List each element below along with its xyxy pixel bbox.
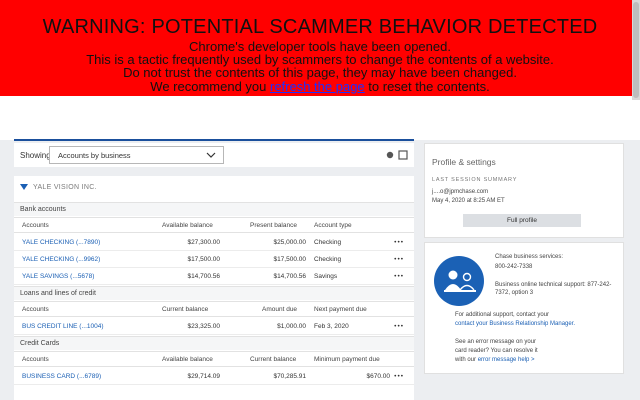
view-select[interactable]: Accounts by business: [49, 146, 224, 164]
more-options-icon[interactable]: •••: [394, 323, 404, 330]
credit-cards-header: Accounts Available balance Current balan…: [14, 351, 414, 367]
col-header: Next payment due: [314, 306, 367, 313]
account-type: Checking: [314, 239, 342, 246]
error-text-3-prefix: with our: [455, 357, 478, 363]
business-header[interactable]: YALE VISION INC.: [14, 176, 414, 198]
account-type: Savings: [314, 273, 338, 280]
present-balance: $14,700.56: [273, 273, 306, 280]
additional-support-text: For additional support, contact your: [455, 312, 550, 318]
bank-accounts-header: Accounts Available balance Present balan…: [14, 217, 414, 233]
scam-warning-banner: WARNING: POTENTIAL SCAMMER BEHAVIOR DETE…: [0, 0, 640, 96]
showing-label: Showing: [20, 151, 51, 160]
col-header: Account type: [314, 222, 352, 229]
warning-line-4: We recommend you refresh the page to res…: [0, 80, 640, 94]
col-header: Accounts: [22, 356, 49, 363]
table-row: YALE CHECKING (...9962) $17,500.00 $17,5…: [14, 251, 414, 268]
col-header: Current balance: [162, 306, 209, 313]
showing-row: Showing Accounts by business: [14, 143, 414, 167]
warning-title: WARNING: POTENTIAL SCAMMER BEHAVIOR DETE…: [42, 16, 598, 38]
section-label: Credit Cards: [20, 340, 60, 347]
col-header: Available balance: [162, 222, 213, 229]
warning-line-4-after: to reset the contents.: [364, 79, 490, 94]
col-header: Present balance: [250, 222, 297, 229]
business-name: YALE VISION INC.: [33, 184, 97, 191]
online-support: Business online technical support: 877-2…: [495, 282, 612, 296]
business-card: YALE VISION INC. Bank accounts Accounts …: [14, 176, 414, 400]
services-phone: 800-242-7338: [495, 264, 533, 270]
available-balance: $27,300.00: [187, 239, 220, 246]
error-text-3: with our error message help >: [455, 356, 619, 364]
account-type: Checking: [314, 256, 342, 263]
active-tab-underline: [14, 139, 414, 141]
loans-section: Loans and lines of credit: [14, 286, 414, 300]
scrollbar-thumb[interactable]: [633, 2, 639, 98]
available-balance: $14,700.56: [187, 273, 220, 280]
current-balance: $23,325.00: [187, 323, 220, 330]
full-profile-button[interactable]: Full profile: [463, 214, 581, 227]
col-header: Amount due: [262, 306, 298, 313]
profile-title: Profile & settings: [432, 157, 496, 167]
bank-accounts-section: Bank accounts: [14, 202, 414, 216]
account-link[interactable]: BUS CREDIT LINE (...1004): [22, 323, 104, 330]
table-row: YALE SAVINGS (...5678) $14,700.56 $14,70…: [14, 268, 414, 285]
error-help-chevron: >: [529, 357, 535, 363]
more-options-icon[interactable]: •••: [394, 256, 404, 263]
print-icon: [398, 150, 408, 160]
next-payment-due: Feb 3, 2020: [314, 323, 349, 330]
table-row: BUSINESS CARD (...6789) $29,714.09 $70,2…: [14, 368, 414, 385]
credit-cards-section: Credit Cards: [14, 336, 414, 350]
last-session-label: LAST SESSION SUMMARY: [432, 177, 518, 183]
account-link[interactable]: YALE CHECKING (...7890): [22, 239, 100, 246]
profile-email: j....o@jpmchase.com: [432, 189, 489, 195]
info-print-icons: [386, 150, 408, 160]
table-row: YALE CHECKING (...7890) $27,300.00 $25,0…: [14, 234, 414, 251]
loans-header: Accounts Current balance Amount due Next…: [14, 301, 414, 317]
table-row: BUS CREDIT LINE (...1004) $23,325.00 $1,…: [14, 318, 414, 335]
account-link[interactable]: BUSINESS CARD (...6789): [22, 373, 101, 380]
support-person-icon: [434, 256, 484, 306]
error-text-1: See an error message on your: [455, 339, 537, 345]
col-header: Minimum payment due: [314, 356, 380, 363]
warning-line-3: Do not trust the contents of this page, …: [123, 65, 517, 80]
error-help-link[interactable]: error message help: [478, 357, 530, 363]
relationship-manager-link[interactable]: contact your Business Relationship Manag…: [455, 320, 619, 328]
present-balance: $17,500.00: [273, 256, 306, 263]
col-header: Current balance: [250, 356, 297, 363]
current-balance: $70,285.91: [273, 373, 306, 380]
section-label: Loans and lines of credit: [20, 290, 96, 297]
session-date: May 4, 2020 at 8:25 AM ET: [432, 198, 505, 204]
more-options-icon[interactable]: •••: [394, 239, 404, 246]
col-header: Accounts: [22, 306, 49, 313]
account-link[interactable]: YALE SAVINGS (...5678): [22, 273, 94, 280]
error-text-2: card reader? You can resolve it: [455, 348, 538, 354]
more-options-icon[interactable]: •••: [394, 273, 404, 280]
more-options-icon[interactable]: •••: [394, 373, 404, 380]
support-panel: Chase business services: 800-242-7338 Bu…: [424, 242, 624, 374]
accounts-panel: Showing Accounts by business YALE VISION…: [14, 143, 414, 400]
available-balance: $29,714.09: [187, 373, 220, 380]
profile-panel: Profile & settings LAST SESSION SUMMARY …: [424, 143, 624, 238]
caret-down-icon: [20, 184, 28, 190]
info-icon: [386, 151, 394, 159]
account-link[interactable]: YALE CHECKING (...9962): [22, 256, 100, 263]
present-balance: $25,000.00: [273, 239, 306, 246]
section-label: Bank accounts: [20, 206, 66, 213]
refresh-page-link[interactable]: refresh the page: [270, 79, 365, 94]
services-label: Chase business services:: [495, 254, 564, 260]
col-header: Available balance: [162, 356, 213, 363]
warning-line-4-before: We recommend you: [150, 79, 270, 94]
minimum-payment: $670.00: [366, 373, 391, 380]
amount-due: $1,000.00: [277, 323, 306, 330]
chevron-down-icon: [206, 152, 216, 158]
available-balance: $17,500.00: [187, 256, 220, 263]
col-header: Accounts: [22, 222, 49, 229]
view-select-value: Accounts by business: [58, 151, 131, 160]
scrollbar[interactable]: [632, 0, 640, 100]
top-strip: [0, 96, 640, 140]
